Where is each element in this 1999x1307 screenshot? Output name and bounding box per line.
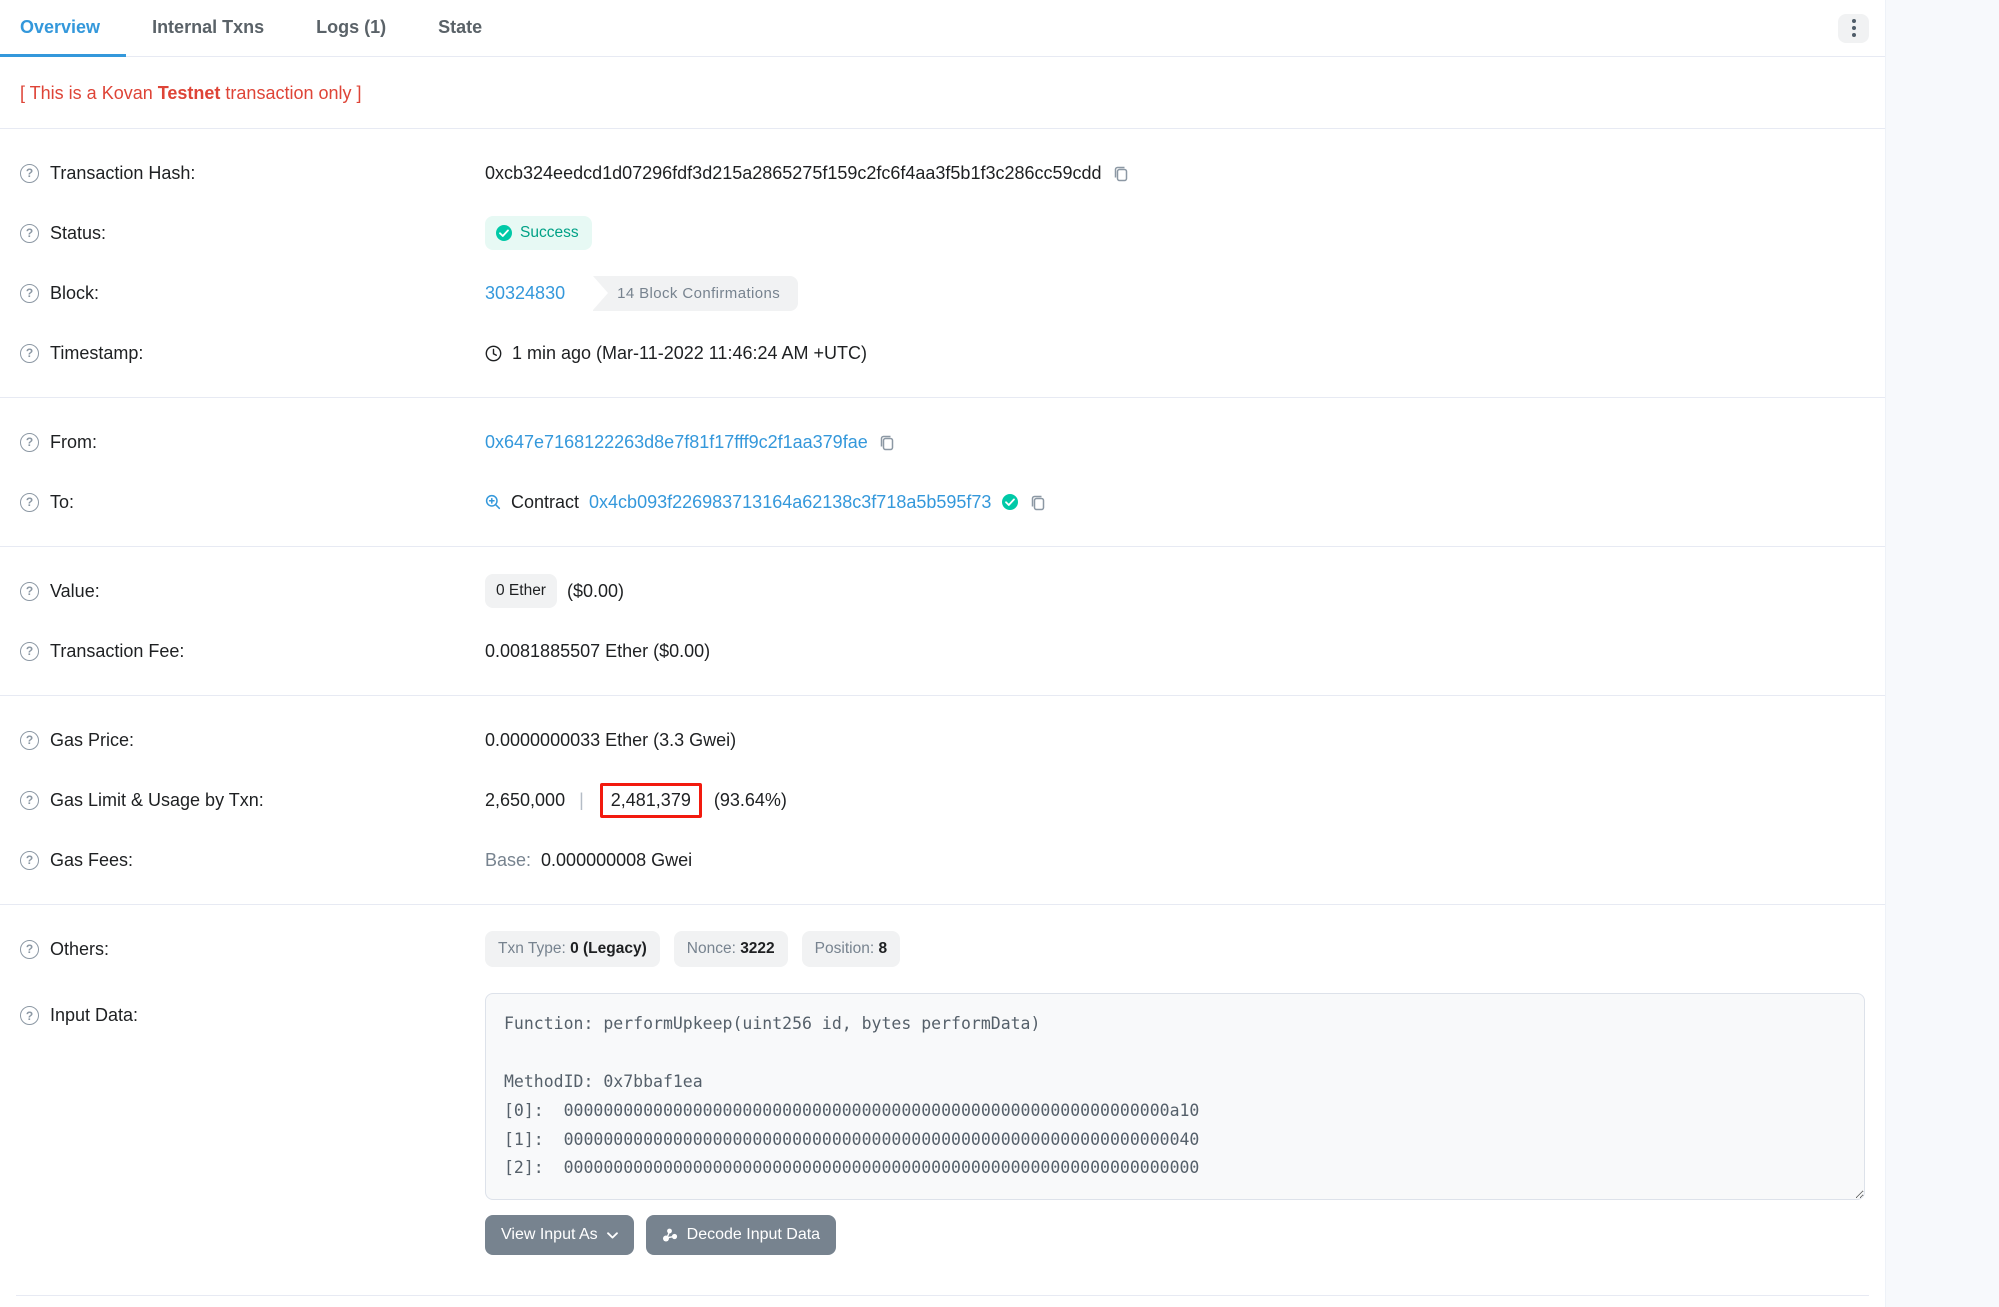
help-icon[interactable]: ? — [20, 791, 39, 810]
copy-icon — [1112, 164, 1130, 182]
from-label: From: — [50, 432, 97, 453]
help-icon[interactable]: ? — [20, 1006, 39, 1025]
copy-to-address-button[interactable] — [1029, 493, 1047, 511]
copy-tx-hash-button[interactable] — [1112, 164, 1130, 182]
position-badge: Position: 8 — [802, 931, 900, 967]
gas-limit-value: 2,650,000 — [485, 790, 565, 811]
magnifier-plus-icon — [485, 494, 501, 510]
testnet-notice-suffix: transaction only ] — [220, 83, 361, 103]
block-number-link[interactable]: 30324830 — [485, 283, 565, 304]
help-icon[interactable]: ? — [20, 642, 39, 661]
kebab-menu-button[interactable] — [1838, 14, 1869, 43]
help-icon[interactable]: ? — [20, 433, 39, 452]
copy-icon — [1029, 493, 1047, 511]
to-label: To: — [50, 492, 74, 513]
copy-from-address-button[interactable] — [878, 433, 896, 451]
status-badge-text: Success — [520, 224, 579, 242]
row-from: ? From: 0x647e7168122263d8e7f81f17fff9c2… — [20, 412, 1865, 472]
clock-icon — [485, 345, 502, 362]
input-data-textarea[interactable]: Function: performUpkeep(uint256 id, byte… — [485, 993, 1865, 1200]
decode-input-data-button[interactable]: Decode Input Data — [646, 1215, 836, 1255]
testnet-notice: [ This is a Kovan Testnet transaction on… — [0, 57, 1885, 129]
transaction-hash-label: Transaction Hash: — [50, 163, 195, 184]
gas-fees-base-value: 0.000000008 Gwei — [541, 850, 692, 871]
check-circle-icon — [495, 224, 513, 242]
gas-separator: | — [575, 790, 588, 811]
transaction-fee-label: Transaction Fee: — [50, 641, 184, 662]
gas-fees-label: Gas Fees: — [50, 850, 133, 871]
verified-check-icon — [1001, 493, 1019, 511]
block-label: Block: — [50, 283, 99, 304]
tab-state[interactable]: State — [412, 0, 508, 57]
chevron-down-icon — [607, 1232, 618, 1239]
row-gas-price: ? Gas Price: 0.0000000033 Ether (3.3 Gwe… — [20, 710, 1865, 770]
gas-fees-base-label: Base: — [485, 850, 531, 871]
value-label: Value: — [50, 581, 100, 602]
input-data-actions: View Input As — [485, 1215, 1865, 1255]
nonce-badge: Nonce: 3222 — [674, 931, 788, 967]
row-block: ? Block: 30324830 14 Block Confirmations — [20, 263, 1865, 323]
tab-bar: Overview Internal Txns Logs (1) State — [0, 0, 1885, 57]
row-to: ? To: Contract 0x4cb093f226983713164a621… — [20, 472, 1865, 532]
gas-used-percent: (93.64%) — [714, 790, 787, 811]
transaction-fee-value: 0.0081885507 Ether ($0.00) — [485, 641, 710, 662]
timestamp-value: 1 min ago (Mar-11-2022 11:46:24 AM +UTC) — [512, 343, 867, 364]
page-background-gutter — [1886, 0, 1999, 1307]
block-confirmations-badge: 14 Block Confirmations — [593, 276, 798, 311]
help-icon[interactable]: ? — [20, 164, 39, 183]
row-transaction-hash: ? Transaction Hash: 0xcb324eedcd1d07296f… — [20, 143, 1865, 203]
status-label: Status: — [50, 223, 106, 244]
tab-logs[interactable]: Logs (1) — [290, 0, 412, 57]
from-address-link[interactable]: 0x647e7168122263d8e7f81f17fff9c2f1aa379f… — [485, 432, 868, 453]
row-timestamp: ? Timestamp: 1 min ago (Mar-11-2022 11:4… — [20, 323, 1865, 383]
input-data-label: Input Data: — [50, 1005, 138, 1026]
gas-price-value: 0.0000000033 Ether (3.3 Gwei) — [485, 730, 736, 751]
help-icon[interactable]: ? — [20, 284, 39, 303]
row-input-data: ? Input Data: Function: performUpkeep(ui… — [20, 985, 1865, 1255]
txn-type-badge: Txn Type: 0 (Legacy) — [485, 931, 660, 967]
help-icon[interactable]: ? — [20, 493, 39, 512]
section-others-input: ? Others: Txn Type: 0 (Legacy) Nonce: 32… — [0, 905, 1885, 1295]
status-badge: Success — [485, 216, 592, 250]
testnet-notice-prefix: [ This is a Kovan — [20, 83, 158, 103]
help-icon[interactable]: ? — [20, 731, 39, 750]
row-gas-fees: ? Gas Fees: Base: 0.000000008 Gwei — [20, 830, 1865, 890]
section-overview-top: ? Transaction Hash: 0xcb324eedcd1d07296f… — [0, 129, 1885, 398]
transaction-hash-value: 0xcb324eedcd1d07296fdf3d215a2865275f159c… — [485, 163, 1102, 184]
value-amount-badge: 0 Ether — [485, 574, 557, 608]
help-icon[interactable]: ? — [20, 940, 39, 959]
value-usd: ($0.00) — [567, 581, 624, 602]
row-gas-limit-usage: ? Gas Limit & Usage by Txn: 2,650,000 | … — [20, 770, 1865, 830]
transaction-details-card: Overview Internal Txns Logs (1) State [ … — [0, 0, 1886, 1307]
view-input-as-button[interactable]: View Input As — [485, 1215, 634, 1255]
section-addresses: ? From: 0x647e7168122263d8e7f81f17fff9c2… — [0, 398, 1885, 547]
row-transaction-fee: ? Transaction Fee: 0.0081885507 Ether ($… — [20, 621, 1865, 681]
help-icon[interactable]: ? — [20, 851, 39, 870]
kebab-menu-icon — [1852, 19, 1856, 23]
gas-used-highlight-box: 2,481,379 — [600, 783, 702, 818]
gas-used-value: 2,481,379 — [611, 790, 691, 810]
gas-limit-label: Gas Limit & Usage by Txn: — [50, 790, 264, 811]
section-gas: ? Gas Price: 0.0000000033 Ether (3.3 Gwe… — [0, 696, 1885, 905]
row-value: ? Value: 0 Ether ($0.00) — [20, 561, 1865, 621]
to-contract-type: Contract — [511, 492, 579, 513]
timestamp-label: Timestamp: — [50, 343, 143, 364]
help-icon[interactable]: ? — [20, 582, 39, 601]
help-icon[interactable]: ? — [20, 224, 39, 243]
bottom-divider — [16, 1295, 1869, 1296]
gas-price-label: Gas Price: — [50, 730, 134, 751]
help-icon[interactable]: ? — [20, 344, 39, 363]
decode-icon — [662, 1227, 678, 1243]
row-others: ? Others: Txn Type: 0 (Legacy) Nonce: 32… — [20, 919, 1865, 979]
copy-icon — [878, 433, 896, 451]
to-address-link[interactable]: 0x4cb093f226983713164a62138c3f718a5b595f… — [589, 492, 991, 513]
testnet-notice-bold: Testnet — [158, 83, 221, 103]
row-status: ? Status: Success — [20, 203, 1865, 263]
tab-overview[interactable]: Overview — [0, 0, 126, 57]
tab-internal-txns[interactable]: Internal Txns — [126, 0, 290, 57]
section-value-fee: ? Value: 0 Ether ($0.00) ? Transaction F… — [0, 547, 1885, 696]
others-label: Others: — [50, 939, 109, 960]
